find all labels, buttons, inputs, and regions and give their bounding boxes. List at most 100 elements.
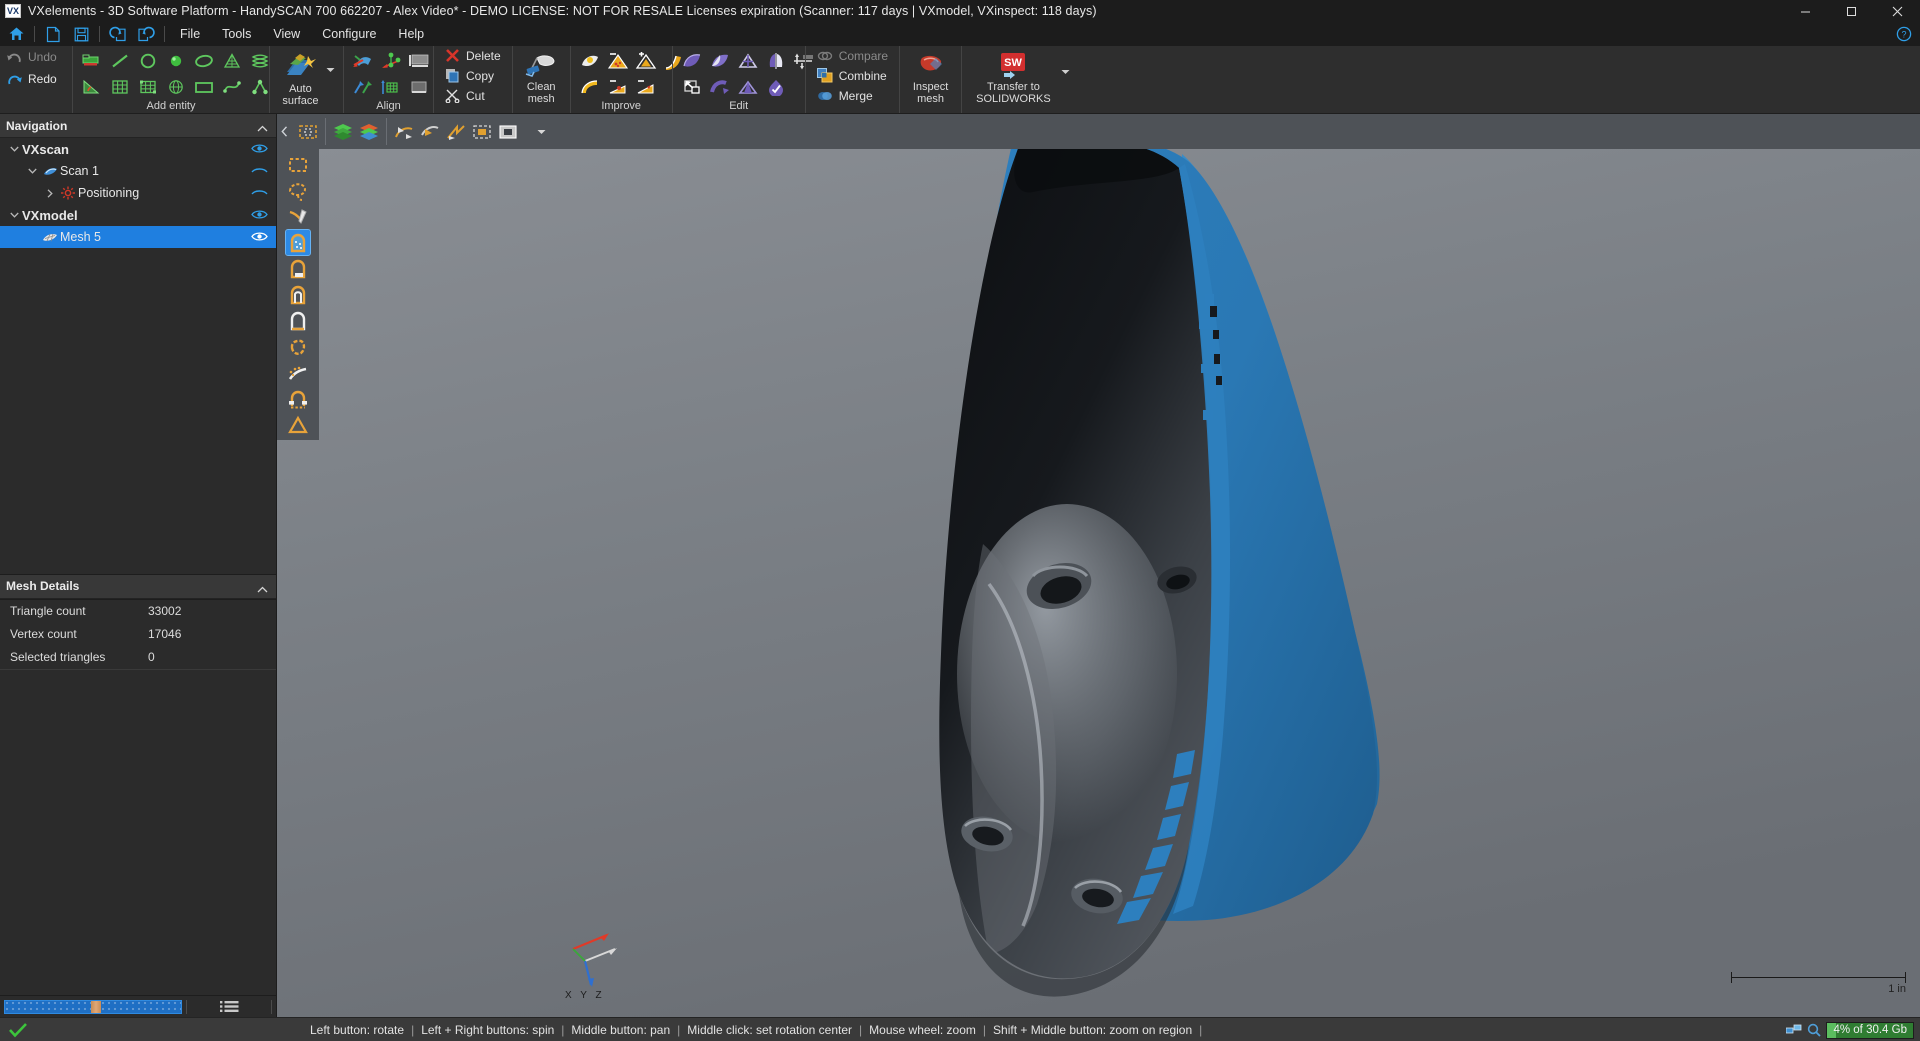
trim-icon[interactable]: [707, 49, 733, 73]
decimate-icon[interactable]: [735, 49, 761, 73]
auto-surface-button[interactable]: Auto surface: [276, 48, 325, 107]
ellipse-icon[interactable]: [191, 49, 217, 73]
save-icon[interactable]: [67, 22, 95, 46]
pick-front-icon[interactable]: [392, 119, 416, 144]
tree-item-scan-1[interactable]: Scan 1: [0, 160, 276, 182]
reduce-icon[interactable]: [735, 75, 761, 99]
triangle-select-icon[interactable]: [286, 412, 310, 437]
expand-chevron-right-icon[interactable]: [42, 189, 58, 198]
close-button[interactable]: [1874, 0, 1920, 22]
rectangle-select-icon[interactable]: [286, 152, 310, 177]
curve-select-icon[interactable]: [286, 360, 310, 385]
fill-hole-icon[interactable]: [707, 75, 733, 99]
inspect-mesh-button[interactable]: Inspect mesh: [906, 48, 955, 105]
pick-through-icon[interactable]: [444, 119, 468, 144]
undo-button[interactable]: Undo: [6, 46, 70, 68]
maximize-button[interactable]: [1828, 0, 1874, 22]
tree-item-vxmodel[interactable]: VXmodel: [0, 204, 276, 226]
network-icon[interactable]: [1786, 1022, 1802, 1038]
boundary-select-icon[interactable]: [286, 308, 310, 333]
lasso-select-icon[interactable]: [286, 178, 310, 203]
axis-align-icon[interactable]: [350, 75, 376, 99]
add-triangles-icon[interactable]: [633, 49, 659, 73]
sphere-wire-icon[interactable]: [163, 75, 189, 99]
surface-select-icon[interactable]: [286, 256, 310, 281]
loop-select-icon[interactable]: [286, 334, 310, 359]
menu-item-help[interactable]: Help: [387, 25, 435, 44]
grid-surface-icon[interactable]: [135, 75, 161, 99]
expand-chevron-down-icon-vxmodel[interactable]: [6, 212, 22, 218]
visibility-eye-icon-vxmodel[interactable]: [251, 207, 268, 225]
visibility-eye-icon-positioning[interactable]: [251, 185, 268, 203]
viewport-3d[interactable]: X Y Z 1 in: [277, 114, 1920, 1017]
menu-item-configure[interactable]: Configure: [311, 25, 387, 44]
auto-surface-dropdown-chevron-down-icon[interactable]: [325, 48, 337, 92]
best-fit-align-icon[interactable]: [350, 49, 376, 73]
bridge-select-icon[interactable]: [286, 386, 310, 411]
boundary-select-icon[interactable]: [679, 75, 705, 99]
expand-chevron-down-icon-scan[interactable]: [24, 168, 40, 174]
redo-button[interactable]: Redo: [6, 68, 70, 90]
viewport-collapse-chevron-left-icon[interactable]: [277, 126, 291, 137]
select-rectangle-icon[interactable]: [296, 119, 320, 144]
zoom-status-icon[interactable]: [1806, 1022, 1822, 1038]
rectangle-icon[interactable]: [191, 75, 217, 99]
layers-icon[interactable]: [331, 119, 355, 144]
datum-align-icon[interactable]: [406, 75, 432, 99]
visibility-eye-icon-mesh-5[interactable]: [251, 229, 268, 247]
menu-item-file[interactable]: File: [169, 25, 211, 44]
home-icon[interactable]: [2, 22, 30, 46]
grid-plane-icon[interactable]: [107, 75, 133, 99]
pick-back-icon[interactable]: [418, 119, 442, 144]
transfer-dropdown-chevron-down-icon[interactable]: [1059, 48, 1072, 96]
progress-handle[interactable]: [91, 1001, 101, 1013]
transfer-to-solidworks-button[interactable]: SW Transfer to SOLIDWORKS: [968, 48, 1059, 105]
toolbar-overflow-chevron-down-icon[interactable]: [529, 119, 553, 144]
grid-align-icon[interactable]: [378, 75, 404, 99]
color-layers-icon[interactable]: [357, 119, 381, 144]
fill-curve-icon[interactable]: [577, 75, 603, 99]
export-icon[interactable]: [132, 22, 160, 46]
cone-icon[interactable]: [219, 49, 245, 73]
compare-button[interactable]: Compare: [814, 46, 891, 65]
brush-select-icon[interactable]: [286, 204, 310, 229]
mesh-details-collapse-chevron-up-icon[interactable]: [257, 580, 268, 598]
curve-icon[interactable]: [219, 75, 245, 99]
tree-item-vxscan[interactable]: VXscan: [0, 138, 276, 160]
section-icon[interactable]: [79, 49, 105, 73]
validate-icon[interactable]: [763, 75, 789, 99]
tree-item-positioning[interactable]: Positioning: [0, 182, 276, 204]
menu-item-view[interactable]: View: [262, 25, 311, 44]
defeature-icon[interactable]: [605, 75, 631, 99]
cut-button[interactable]: Cut: [442, 86, 504, 105]
clean-mesh-button[interactable]: Clean mesh: [519, 48, 564, 105]
copy-button[interactable]: Copy: [442, 66, 504, 85]
minimize-button[interactable]: [1782, 0, 1828, 22]
entity-align-icon[interactable]: [378, 49, 404, 73]
visibility-eye-icon[interactable]: [251, 141, 268, 159]
plane-align-icon[interactable]: [406, 49, 432, 73]
merge-button[interactable]: Merge: [814, 86, 891, 105]
extend-icon[interactable]: [679, 49, 705, 73]
fill-select-icon[interactable]: [286, 230, 310, 255]
combine-button[interactable]: Combine: [814, 66, 891, 85]
sphere-icon[interactable]: [163, 49, 189, 73]
line-icon[interactable]: [107, 49, 133, 73]
list-view-icon[interactable]: [216, 1000, 242, 1013]
scan-progress-slider[interactable]: [4, 1000, 182, 1014]
angle-icon[interactable]: [79, 75, 105, 99]
remove-bumps-icon[interactable]: [633, 75, 659, 99]
invert-selection-icon[interactable]: [496, 119, 520, 144]
menu-item-tools[interactable]: Tools: [211, 25, 262, 44]
import-icon[interactable]: [104, 22, 132, 46]
help-circle-icon[interactable]: ?: [1894, 24, 1914, 44]
new-file-icon[interactable]: [39, 22, 67, 46]
delete-button[interactable]: Delete: [442, 46, 504, 65]
3d-scene[interactable]: [277, 114, 1920, 1041]
remove-peaks-icon[interactable]: [605, 49, 631, 73]
mirror-icon[interactable]: [763, 49, 789, 73]
select-all-icon[interactable]: [470, 119, 494, 144]
tree-item-mesh-5[interactable]: Mesh 5: [0, 226, 276, 248]
expand-chevron-down-icon[interactable]: [6, 146, 22, 152]
visibility-eye-icon-scan[interactable]: [251, 163, 268, 181]
